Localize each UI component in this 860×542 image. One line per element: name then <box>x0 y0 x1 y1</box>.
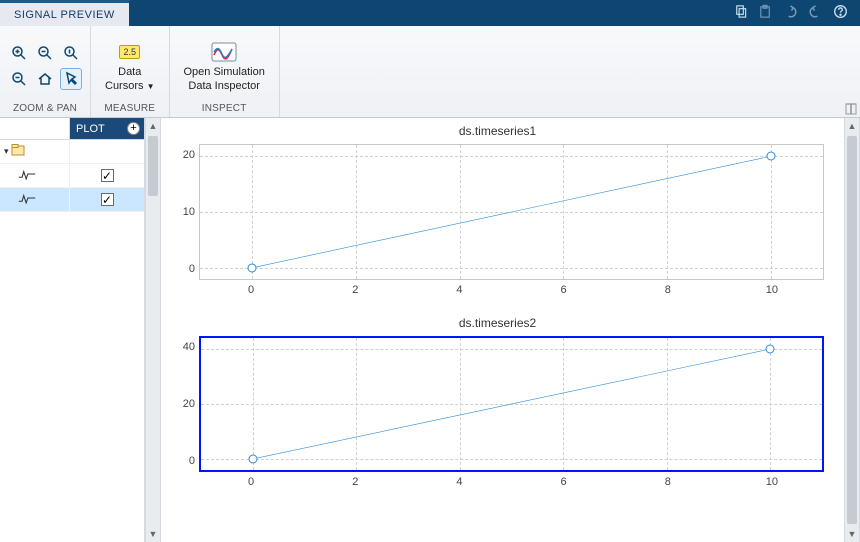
tree-header: PLOT + <box>0 118 144 140</box>
zoom-y-icon[interactable] <box>60 42 82 64</box>
data-marker <box>248 455 257 464</box>
plot-title: ds.timeseries1 <box>165 124 830 138</box>
plot-axes[interactable] <box>199 336 824 472</box>
copy-icon[interactable] <box>733 4 748 22</box>
scroll-thumb[interactable] <box>148 136 158 196</box>
pointer-icon[interactable] <box>60 68 82 90</box>
zoom-in-icon[interactable] <box>8 42 30 64</box>
y-tick: 20 <box>183 149 195 161</box>
scroll-down-icon[interactable]: ▼ <box>146 526 160 542</box>
undo-icon[interactable] <box>783 4 798 22</box>
open-sdi-button[interactable]: Open SimulationData Inspector <box>178 38 271 93</box>
zoom-out-icon[interactable] <box>8 68 30 90</box>
home-icon[interactable] <box>34 68 56 90</box>
x-tick: 6 <box>561 284 567 296</box>
x-tick: 2 <box>352 284 358 296</box>
y-tick: 0 <box>189 263 195 275</box>
x-tick: 0 <box>248 284 254 296</box>
y-tick: 40 <box>183 341 195 353</box>
x-tick: 8 <box>665 476 671 488</box>
tab-signal-preview[interactable]: SIGNAL PREVIEW <box>0 0 130 26</box>
expand-icon[interactable]: ▾ <box>4 146 9 157</box>
y-tick: 20 <box>183 398 195 410</box>
scroll-thumb[interactable] <box>847 136 857 524</box>
data-marker <box>766 345 775 354</box>
plot-axes[interactable] <box>199 144 824 280</box>
x-tick: 4 <box>456 476 462 488</box>
ribbon-group-zoom-pan: ZOOM & PAN <box>0 26 91 117</box>
dataset-icon <box>11 143 25 160</box>
signal-icon <box>18 168 36 183</box>
ribbon-expand-icon[interactable] <box>844 102 858 116</box>
plot-title: ds.timeseries2 <box>165 316 830 330</box>
main: PLOT + ▾ ✓ ✓ <box>0 118 860 542</box>
data-marker <box>767 152 776 161</box>
y-tick: 0 <box>189 455 195 467</box>
tree-signal-row[interactable]: ✓ <box>0 188 144 212</box>
scroll-up-icon[interactable]: ▲ <box>845 118 859 134</box>
titlebar-actions <box>733 0 860 26</box>
ribbon-group-label: INSPECT <box>170 101 279 117</box>
x-tick: 8 <box>665 284 671 296</box>
help-icon[interactable] <box>833 4 848 22</box>
plot-column-header[interactable]: PLOT + <box>70 118 144 139</box>
zoom-x-icon[interactable] <box>34 42 56 64</box>
ribbon-group-label: ZOOM & PAN <box>0 101 90 117</box>
sidebar: PLOT + ▾ ✓ ✓ <box>0 118 145 542</box>
data-cursors-icon: 2.5 <box>116 41 144 63</box>
tree-signal-row[interactable]: ✓ <box>0 164 144 188</box>
paste-icon[interactable] <box>758 4 773 22</box>
ribbon-group-inspect: Open SimulationData Inspector INSPECT <box>170 26 280 117</box>
signal-icon <box>18 192 36 207</box>
sidebar-scrollbar[interactable]: ▲ ▼ <box>145 118 161 542</box>
plot-checkbox[interactable]: ✓ <box>101 193 114 206</box>
plot[interactable]: ds.timeseries1 0 10 20 0 2 4 6 8 10 <box>165 124 830 302</box>
add-plot-icon[interactable]: + <box>127 122 140 135</box>
x-tick: 2 <box>352 476 358 488</box>
scroll-down-icon[interactable]: ▼ <box>845 526 859 542</box>
ribbon-group-measure: 2.5 DataCursors ▼ MEASURE <box>91 26 170 117</box>
y-tick: 10 <box>183 206 195 218</box>
plot-scrollbar[interactable]: ▲ ▼ <box>844 118 860 542</box>
x-tick: 10 <box>766 476 778 488</box>
titlebar: SIGNAL PREVIEW <box>0 0 860 26</box>
scroll-up-icon[interactable]: ▲ <box>146 118 160 134</box>
ribbon: ZOOM & PAN 2.5 DataCursors ▼ MEASURE Ope… <box>0 26 860 118</box>
ribbon-group-label: MEASURE <box>91 101 169 117</box>
redo-icon[interactable] <box>808 4 823 22</box>
x-tick: 10 <box>766 284 778 296</box>
tree-root-row[interactable]: ▾ <box>0 140 144 164</box>
plot-pane: ds.timeseries1010200246810ds.timeseries2… <box>161 118 860 542</box>
data-cursors-button[interactable]: 2.5 DataCursors ▼ <box>99 38 161 94</box>
plot-checkbox[interactable]: ✓ <box>101 169 114 182</box>
x-tick: 6 <box>561 476 567 488</box>
x-tick: 4 <box>456 284 462 296</box>
x-tick: 0 <box>248 476 254 488</box>
data-marker <box>247 263 256 272</box>
sdi-icon <box>210 41 238 63</box>
plot[interactable]: ds.timeseries2 0 20 40 0 2 4 6 8 10 <box>165 316 830 494</box>
